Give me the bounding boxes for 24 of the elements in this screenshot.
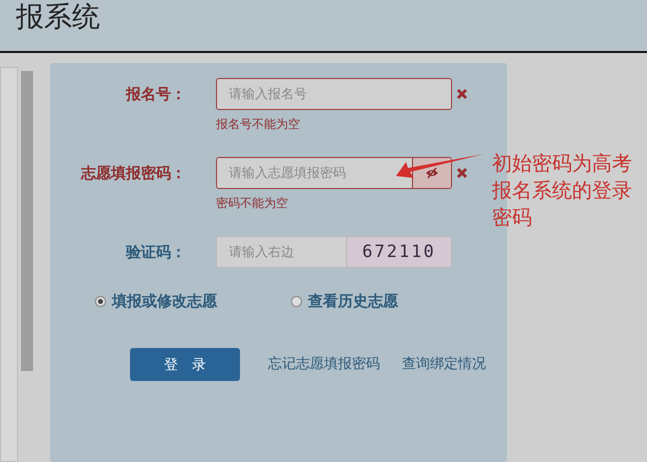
field-label: 报名号： xyxy=(124,84,187,105)
eye-icon xyxy=(425,167,439,179)
text-input[interactable]: 请输入志愿填报密码 xyxy=(217,158,412,188)
error-message: 报名号不能为空 xyxy=(216,116,301,133)
link[interactable]: 忘记志愿填报密码 xyxy=(268,348,380,375)
page-title: 报系统 xyxy=(16,0,100,34)
field-label: 志愿填报密码： xyxy=(80,163,187,184)
radio-button[interactable] xyxy=(95,296,106,307)
scrollbar[interactable] xyxy=(21,71,33,371)
link[interactable]: 查询绑定情况 xyxy=(402,348,486,375)
input-field[interactable]: 请输入志愿填报密码 xyxy=(216,157,452,189)
error-message: 密码不能为空 xyxy=(216,195,289,212)
captcha-image[interactable]: 672110 xyxy=(346,237,451,267)
text-input[interactable]: 请输入报名号 xyxy=(217,79,451,109)
annotation-text: 初始密码为高考报名系统的登录密码 xyxy=(492,150,633,231)
close-icon[interactable] xyxy=(456,88,468,100)
text-input[interactable]: 请输入右边 xyxy=(217,237,346,267)
radio-label[interactable]: 填报或修改志愿 xyxy=(112,292,217,311)
input-field[interactable]: 请输入右边 672110 xyxy=(216,236,452,268)
radio-label[interactable]: 查看历史志愿 xyxy=(308,292,398,311)
field-label: 验证码： xyxy=(124,242,187,263)
close-icon[interactable] xyxy=(456,167,468,179)
login-button[interactable]: 登 录 xyxy=(130,348,240,381)
radio-button[interactable] xyxy=(291,296,302,307)
